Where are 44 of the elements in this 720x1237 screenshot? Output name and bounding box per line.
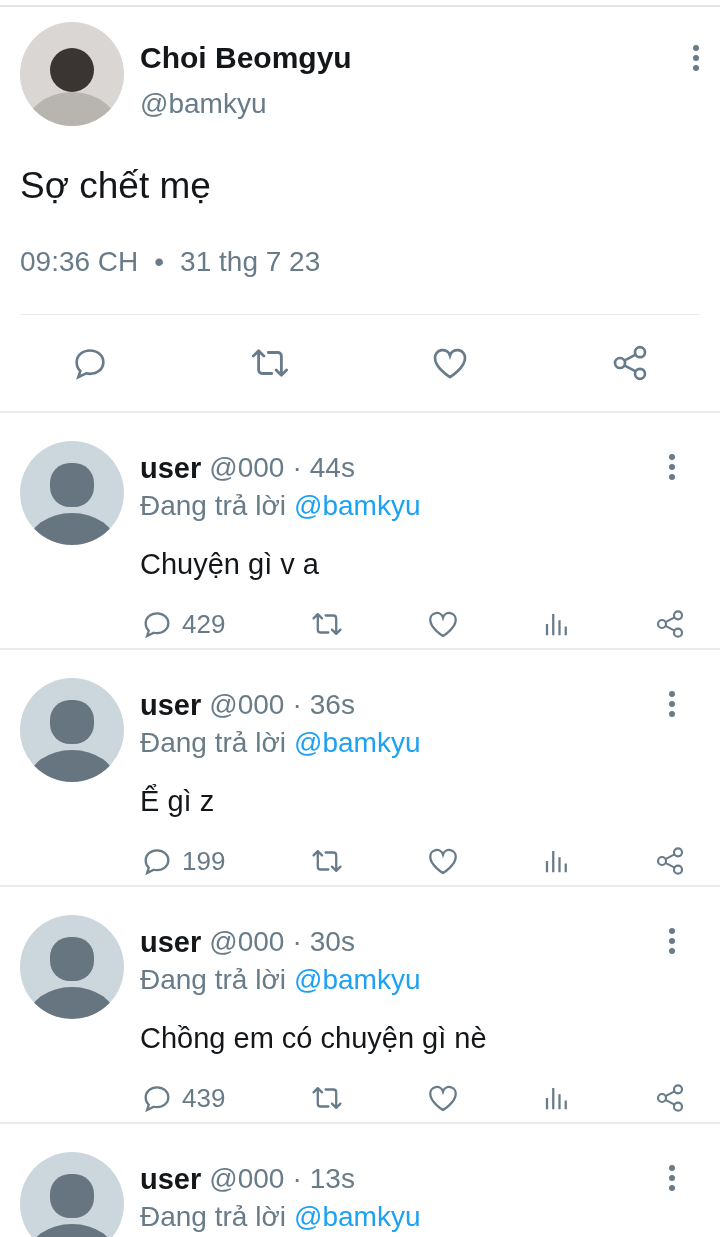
user-name[interactable]: user [140, 686, 202, 724]
author-handle[interactable]: @bamkyu [140, 84, 676, 124]
replying-label: Đang trả lời [140, 963, 286, 997]
user-name[interactable]: user [140, 449, 202, 487]
share-icon[interactable] [654, 608, 686, 640]
tweet-text: Sợ chết mẹ [20, 164, 212, 208]
share-icon[interactable] [654, 845, 686, 877]
share-icon[interactable] [654, 1082, 686, 1114]
more-icon[interactable] [668, 690, 676, 718]
replying-label: Đang trả lời [140, 1200, 286, 1234]
user-handle[interactable]: @000 [209, 686, 285, 724]
reply-text: Chuyện gì v a [140, 547, 320, 582]
mention-link[interactable]: @bamkyu [294, 1198, 421, 1236]
tweet-date: 31 thg 7 23 [180, 245, 321, 279]
reply-age: 30s [309, 925, 355, 959]
reply-age: 36s [309, 688, 355, 722]
user-handle[interactable]: @000 [209, 449, 285, 487]
reply-count: 199 [182, 845, 226, 877]
reply-count: 439 [182, 1082, 226, 1114]
mention-link[interactable]: @bamkyu [294, 961, 421, 999]
user-handle[interactable]: @000 [209, 923, 285, 961]
user-handle[interactable]: @000 [209, 1160, 285, 1198]
reply-age: 44s [309, 451, 355, 485]
mention-link[interactable]: @bamkyu [294, 724, 421, 762]
reply-text: Ể gì z [140, 783, 216, 819]
separator: · [292, 925, 302, 959]
separator: · [292, 451, 302, 485]
user-name[interactable]: user [140, 923, 202, 961]
reply-count: 429 [182, 608, 226, 640]
reply-text: Chồng em có chuyện gì nè [140, 1021, 488, 1056]
reply-age: 13s [309, 1162, 355, 1196]
tweet-time: 09:36 CH [20, 245, 139, 279]
replying-label: Đang trả lời [140, 489, 286, 523]
more-icon[interactable] [692, 44, 700, 72]
separator: · [292, 1162, 302, 1196]
more-icon[interactable] [668, 1164, 676, 1192]
mention-link[interactable]: @bamkyu [294, 487, 421, 525]
more-icon[interactable] [668, 453, 676, 481]
separator: · [292, 688, 302, 722]
user-name[interactable]: user [140, 1160, 202, 1198]
more-icon[interactable] [668, 927, 676, 955]
separator: • [154, 245, 165, 279]
replying-label: Đang trả lời [140, 726, 286, 760]
author-name[interactable]: Choi Beomgyu [140, 38, 676, 78]
